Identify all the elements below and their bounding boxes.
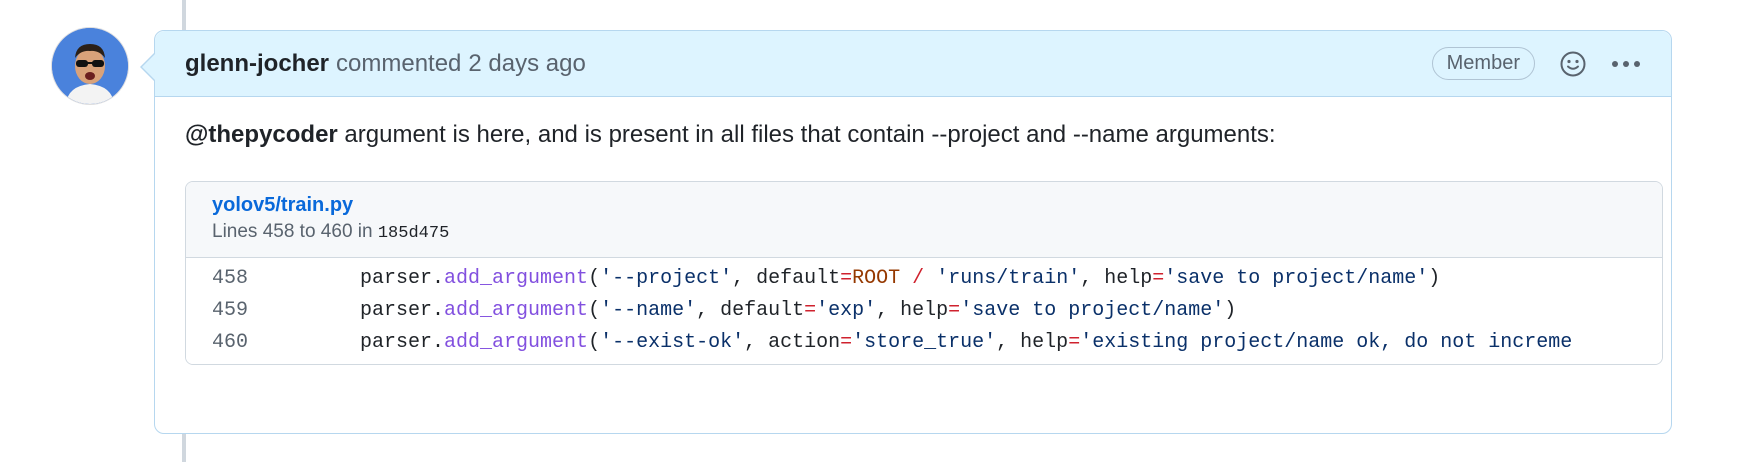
comment-caret-fill [142,53,156,81]
header-actions: Member [1431,47,1641,80]
code-snippet: yolov5/train.py Lines 458 to 460 in 185d… [185,181,1663,365]
avatar-image [52,28,128,104]
snippet-header: yolov5/train.py Lines 458 to 460 in 185d… [186,182,1662,258]
code-token: 'save to project/name' [1164,266,1429,290]
timeline: glenn-jocher commented 2 days ago Member [0,0,1758,462]
user-mention[interactable]: @thepycoder [185,121,338,148]
timestamp-link[interactable]: 2 days ago [468,50,585,78]
code-token: , help [876,298,949,322]
code-token: , default [696,298,805,322]
comment-header: glenn-jocher commented 2 days ago Member [155,31,1671,97]
code-token: / [900,266,937,290]
lines-range: Lines 458 to 460 in [212,221,378,242]
code-token: 'exp' [816,298,877,322]
code-token: 'save to project/name' [960,298,1225,322]
commit-link[interactable]: 185d475 [378,224,449,243]
code-token: add_argument [444,298,589,322]
code-token: '--project' [600,266,733,290]
role-badge: Member [1431,47,1535,80]
code-token: = [840,330,853,354]
line-code: parser.add_argument('--exist-ok', action… [312,331,1572,354]
code-token: = [948,298,961,322]
kebab-horizontal-icon[interactable] [1611,59,1641,69]
file-link[interactable]: yolov5/train.py [212,194,353,216]
code-token: ROOT [852,266,901,290]
code-token: , action [744,330,841,354]
avatar[interactable] [52,28,128,104]
comment-body: @thepycoder argument is here, and is pre… [185,117,1663,365]
line-number[interactable]: 458 [186,267,312,290]
code-token: , help [996,330,1069,354]
code-token: , help [1080,266,1153,290]
code-token: '--name' [600,298,697,322]
lines-info: Lines 458 to 460 in 185d475 [212,221,1636,243]
code-token: ( [588,330,601,354]
author-link[interactable]: glenn-jocher [185,50,329,78]
code-token: 'store_true' [852,330,997,354]
code-token: add_argument [444,266,589,290]
line-code: parser.add_argument('--name', default='e… [312,299,1236,322]
code-token: '--exist-ok' [600,330,745,354]
comment-text: @thepycoder argument is here, and is pre… [185,117,1643,153]
code-line: 459 parser.add_argument('--name', defaul… [186,294,1662,326]
comment-action: commented [336,49,462,77]
line-number[interactable]: 460 [186,331,312,354]
code-token: parser. [312,298,445,322]
code-token: , default [732,266,841,290]
comment-box: glenn-jocher commented 2 days ago Member [154,30,1672,434]
code-token: ( [588,266,601,290]
code-token: parser. [312,330,445,354]
code-token: = [1068,330,1081,354]
code-token: = [1152,266,1165,290]
line-number[interactable]: 459 [186,299,312,322]
code-token: = [804,298,817,322]
code-token: add_argument [444,330,589,354]
code-token: ) [1428,266,1441,290]
comment-body-text: argument is here, and is present in all … [337,121,1276,148]
code-token: ( [588,298,601,322]
code-line: 458 parser.add_argument('--project', def… [186,262,1662,294]
smiley-icon[interactable] [1559,50,1587,78]
code-token: = [840,266,853,290]
code-token: 'existing project/name ok, do not increm… [1080,330,1573,354]
code-lines: 458 parser.add_argument('--project', def… [186,258,1662,364]
code-line: 460 parser.add_argument('--exist-ok', ac… [186,326,1662,358]
code-token: parser. [312,266,445,290]
code-token: ) [1224,298,1237,322]
line-code: parser.add_argument('--project', default… [312,267,1440,290]
code-token: 'runs/train' [936,266,1081,290]
